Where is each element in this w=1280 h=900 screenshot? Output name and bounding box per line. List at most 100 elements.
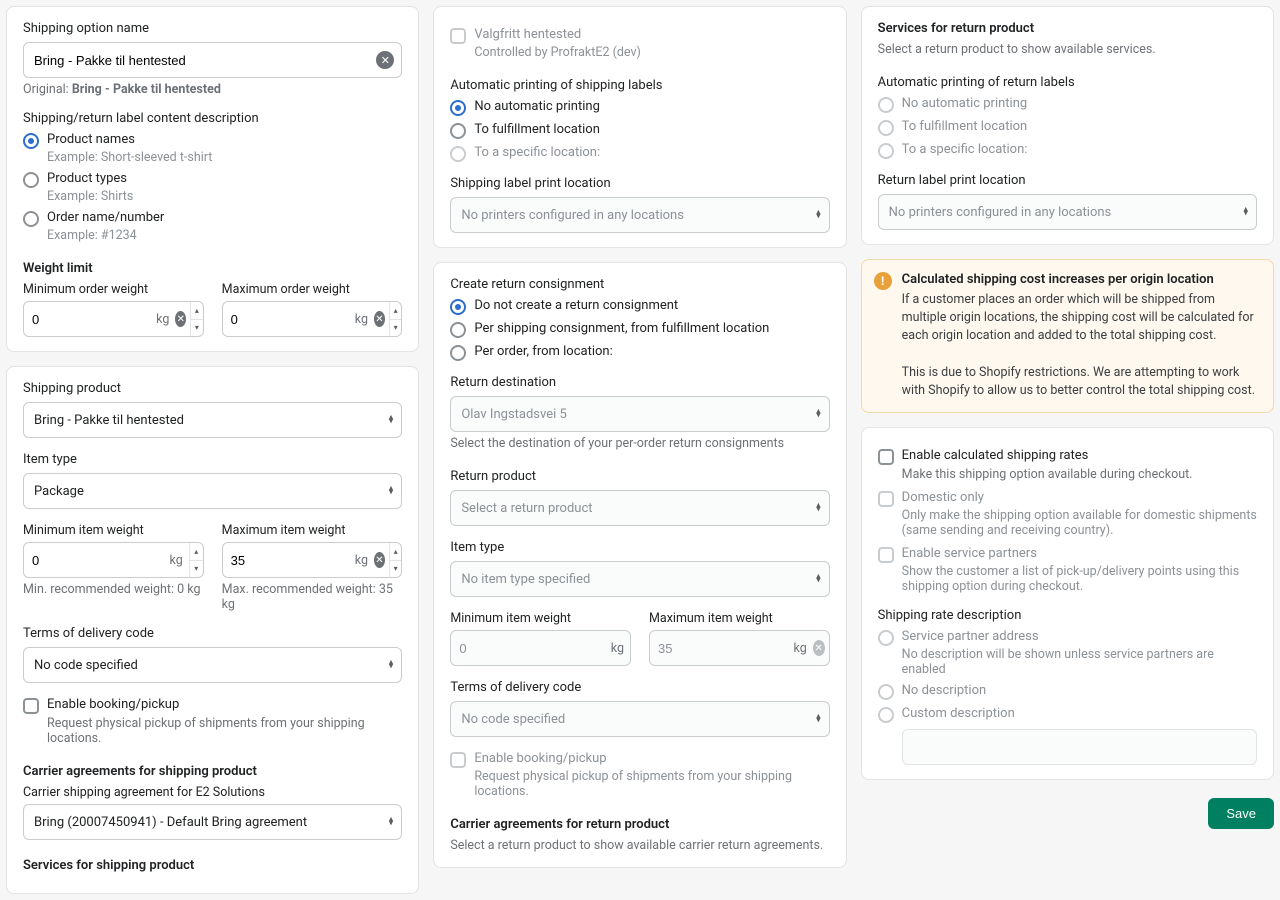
terms-select[interactable]: No code specified [23, 647, 402, 683]
max-order-weight-field[interactable]: kg ✕ ▴▾ [222, 301, 403, 337]
create-return-title: Create return consignment [450, 277, 829, 292]
return-terms-select: No code specified [450, 701, 829, 737]
checkbox-icon [23, 698, 39, 714]
partners-check: Enable service partners Show the custome… [878, 546, 1257, 594]
return-max-weight-field: kg ✕ [649, 630, 830, 666]
max-item-weight-field[interactable]: kg ✕ ▴▾ [222, 542, 403, 578]
enable-calc-check[interactable]: Enable calculated shipping rates Make th… [878, 448, 1257, 482]
checkbox-icon [450, 752, 466, 768]
item-type-select[interactable]: Package [23, 473, 402, 509]
warning-icon: ! [874, 272, 892, 290]
chevron-updown-icon [816, 210, 821, 221]
radio-partner-address: Service partner address No description w… [878, 629, 1257, 677]
carrier-return-title: Carrier agreements for return product [450, 817, 829, 832]
rate-desc-title: Shipping rate description [878, 608, 1257, 623]
radio-product-names[interactable]: Product names Example: Short-sleeved t-s… [23, 132, 402, 165]
radio-order-name[interactable]: Order name/number Example: #1234 [23, 210, 402, 243]
weight-limit-title: Weight limit [23, 261, 402, 276]
mid-return-card: Create return consignment Do not create … [433, 262, 846, 868]
checkbox-icon [878, 547, 894, 563]
radio-product-types[interactable]: Product types Example: Shirts [23, 171, 402, 204]
stepper[interactable]: ▴▾ [389, 543, 402, 577]
radio-icon [450, 146, 466, 162]
max-order-weight-label: Maximum order weight [222, 282, 403, 297]
shipping-option-name-input[interactable] [23, 42, 402, 78]
radio-no-desc: No description [878, 683, 1257, 700]
radio-no-auto-print[interactable]: No automatic printing [450, 99, 829, 116]
checkbox-icon [878, 449, 894, 465]
radio-per-shipping[interactable]: Per shipping consignment, from fulfillme… [450, 321, 829, 338]
radio-dont-create[interactable]: Do not create a return consignment [450, 298, 829, 315]
radio-to-specific: To a specific location: [450, 145, 829, 162]
radio-icon [23, 133, 39, 149]
radio-return-specific: To a specific location: [878, 142, 1257, 159]
radio-per-order[interactable]: Per order, from location: [450, 344, 829, 361]
checkbox-icon [450, 28, 466, 44]
return-print-location-label: Return label print location [878, 173, 1257, 188]
enable-booking-check[interactable]: Enable booking/pickup Request physical p… [23, 697, 402, 746]
stepper[interactable]: ▴▾ [189, 543, 203, 577]
min-order-weight-input[interactable] [24, 302, 150, 336]
calc-cost-alert: ! Calculated shipping cost increases per… [861, 259, 1274, 413]
min-order-weight-field[interactable]: kg ✕ ▴▾ [23, 301, 204, 337]
radio-icon [450, 100, 466, 116]
radio-icon [878, 684, 894, 700]
chevron-updown-icon [389, 415, 394, 426]
carrier-agreement-select[interactable]: Bring (20007450941) - Default Bring agre… [23, 804, 402, 840]
print-location-select: No printers configured in any locations [450, 197, 829, 233]
clear-icon: ✕ [813, 640, 825, 656]
radio-icon [450, 345, 466, 361]
return-dest-select: Olav Ingstadsvei 5 [450, 396, 829, 432]
radio-icon [878, 97, 894, 113]
item-type-label: Item type [23, 452, 402, 467]
shipping-product-card: Shipping product Bring - Pakke til hente… [6, 366, 419, 894]
services-return-title: Services for return product [878, 21, 1257, 36]
chevron-updown-icon [816, 574, 821, 585]
save-button[interactable]: Save [1208, 798, 1274, 829]
radio-return-fulfillment: To fulfillment location [878, 119, 1257, 136]
return-dest-label: Return destination [450, 375, 829, 390]
shipping-option-name-label: Shipping option name [23, 21, 402, 36]
min-order-weight-label: Minimum order weight [23, 282, 204, 297]
radio-icon [450, 123, 466, 139]
radio-icon [878, 120, 894, 136]
carrier-agreements-title: Carrier agreements for shipping product [23, 764, 402, 779]
stepper[interactable]: ▴▾ [190, 302, 203, 336]
max-order-weight-input[interactable] [223, 302, 349, 336]
terms-label: Terms of delivery code [23, 626, 402, 641]
services-shipping-title: Services for shipping product [23, 858, 402, 873]
clear-icon[interactable]: ✕ [374, 311, 385, 327]
radio-custom-desc: Custom description [878, 706, 1257, 723]
shipping-product-select[interactable]: Bring - Pakke til hentested [23, 402, 402, 438]
auto-return-print-title: Automatic printing of return labels [878, 75, 1257, 90]
chevron-updown-icon [816, 503, 821, 514]
chevron-updown-icon [389, 486, 394, 497]
return-item-type-label: Item type [450, 540, 829, 555]
radio-icon [878, 630, 894, 646]
radio-icon [23, 211, 39, 227]
return-product-select: Select a return product [450, 490, 829, 526]
clear-icon[interactable]: ✕ [376, 51, 394, 69]
mid-top-card: Valgfritt hentested Controlled by Profra… [433, 6, 846, 248]
radio-icon [23, 172, 39, 188]
clear-icon[interactable]: ✕ [175, 311, 186, 327]
return-product-label: Return product [450, 469, 829, 484]
return-terms-label: Terms of delivery code [450, 680, 829, 695]
radio-icon [450, 322, 466, 338]
calc-rates-card: Enable calculated shipping rates Make th… [861, 427, 1274, 780]
return-print-location-select: No printers configured in any locations [878, 194, 1257, 230]
chevron-updown-icon [816, 714, 821, 725]
shipping-option-card: Shipping option name ✕ Original: Bring -… [6, 6, 419, 352]
radio-to-fulfillment[interactable]: To fulfillment location [450, 122, 829, 139]
stepper[interactable]: ▴▾ [389, 302, 402, 336]
original-prefix: Original: [23, 82, 72, 97]
radio-icon [878, 143, 894, 159]
checkbox-icon [878, 491, 894, 507]
min-item-weight-field[interactable]: kg ▴▾ [23, 542, 204, 578]
original-value: Bring - Pakke til hentested [72, 82, 221, 97]
radio-icon [450, 299, 466, 315]
min-item-weight-label: Minimum item weight [23, 523, 204, 538]
domestic-check: Domestic only Only make the shipping opt… [878, 490, 1257, 538]
chevron-updown-icon [389, 660, 394, 671]
clear-icon[interactable]: ✕ [374, 552, 385, 568]
